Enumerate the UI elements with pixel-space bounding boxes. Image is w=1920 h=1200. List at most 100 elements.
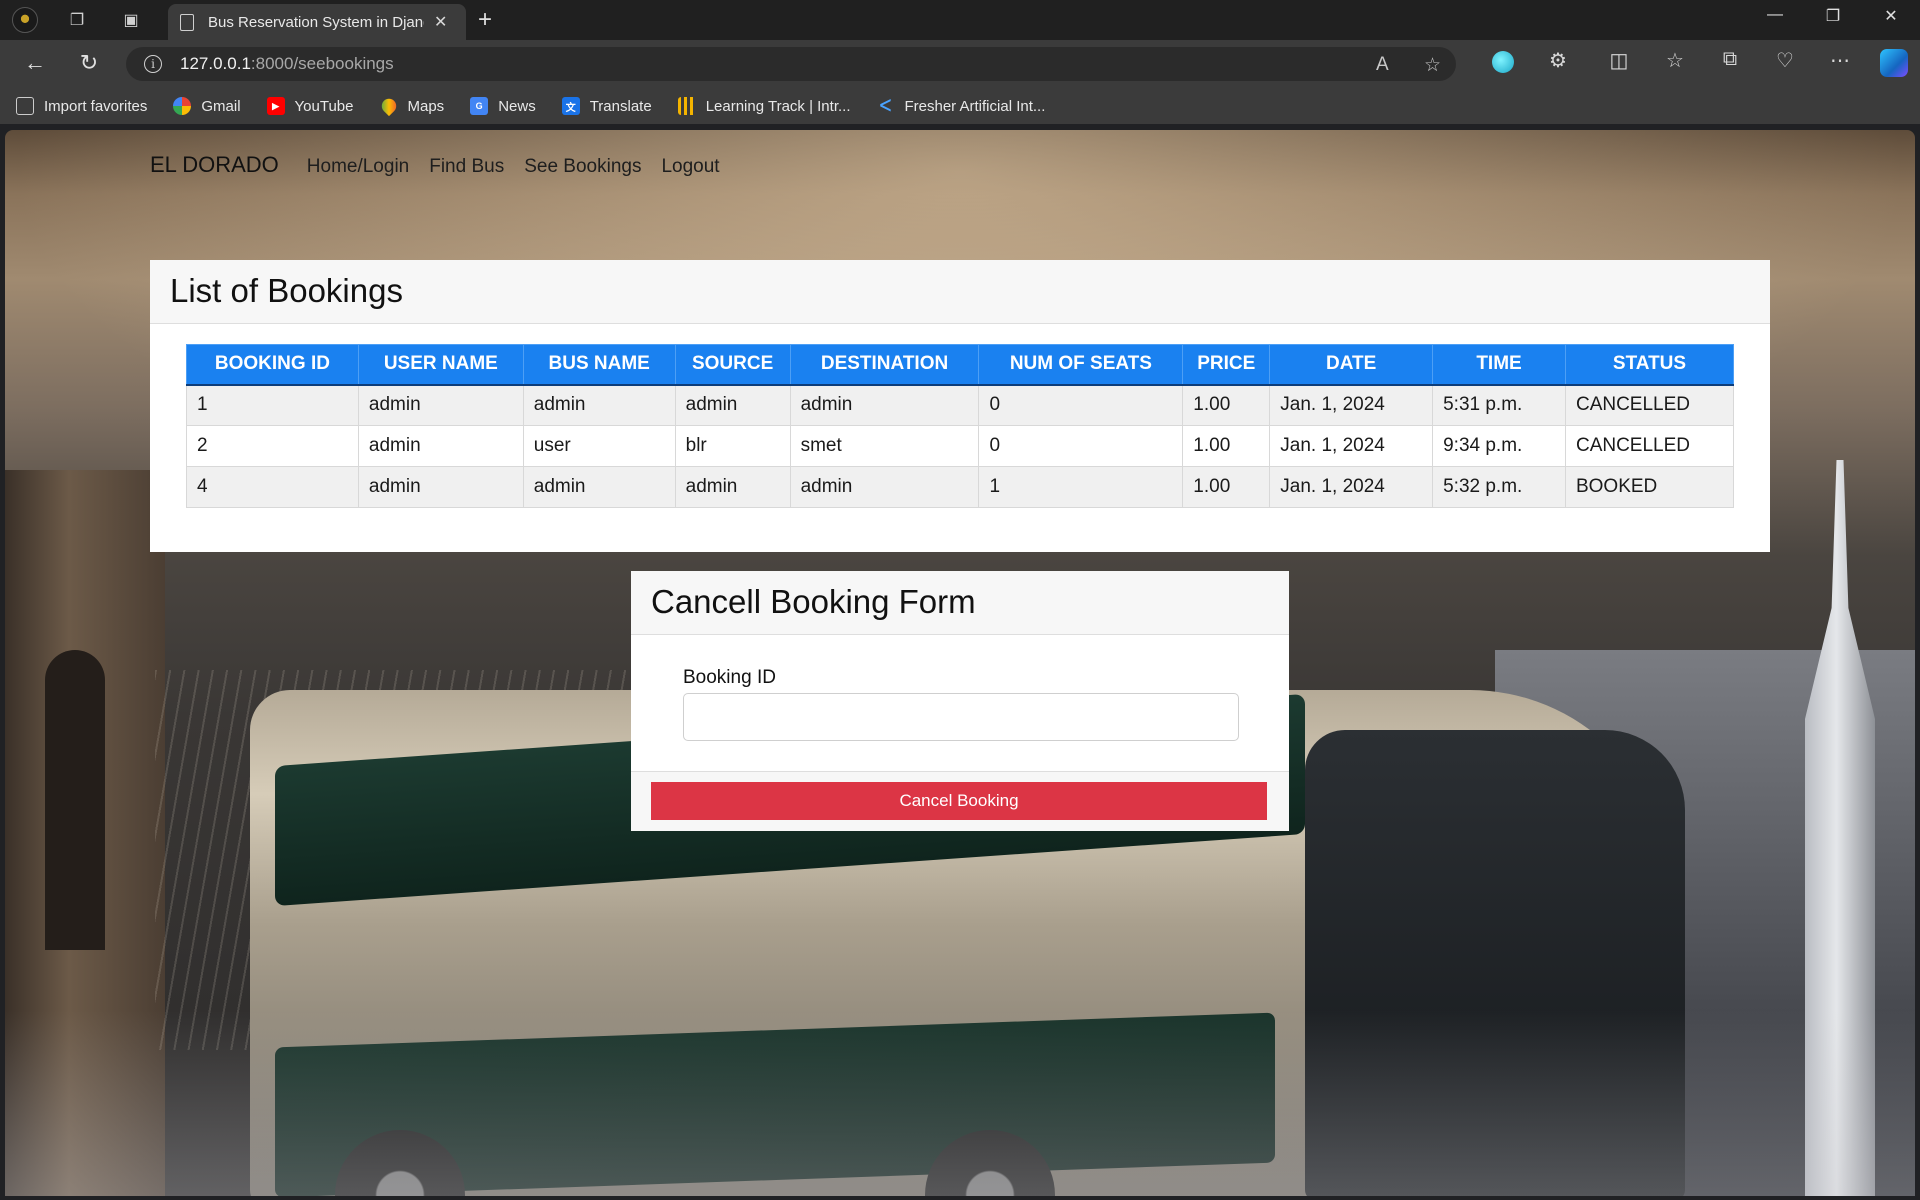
nav-link-logout[interactable]: Logout — [661, 156, 719, 178]
bookmark-fresher-ai[interactable]: ᐸ Fresher Artificial Int... — [877, 97, 1046, 116]
copilot-icon[interactable] — [1880, 49, 1908, 77]
bookmark-label: Learning Track | Intr... — [705, 97, 851, 115]
bookmark-label: YouTube — [294, 97, 354, 115]
cell-user-name: admin — [357, 466, 524, 508]
booking-id-input[interactable] — [683, 693, 1239, 741]
table-row: 2 admin user blr smet 0 1.00 Jan. 1, 202… — [186, 425, 1735, 467]
bookmarks-bar: Import favorites Gmail ▶ YouTube Maps G … — [0, 88, 1920, 124]
cell-status: CANCELLED — [1564, 425, 1735, 467]
tab-title: Bus Reservation System in Djang — [208, 13, 424, 31]
table-row: 1 admin admin admin admin 0 1.00 Jan. 1,… — [186, 384, 1735, 426]
cell-price: 1.00 — [1182, 425, 1271, 467]
nav-link-find-bus[interactable]: Find Bus — [429, 156, 504, 178]
workspaces-icon[interactable]: ❐ — [64, 7, 90, 33]
cell-date: Jan. 1, 2024 — [1269, 466, 1434, 508]
cancel-booking-button[interactable]: Cancel Booking — [651, 782, 1267, 820]
cell-time: 9:34 p.m. — [1432, 425, 1566, 467]
split-screen-icon[interactable]: ◫ — [1604, 48, 1634, 73]
restore-icon[interactable]: ❐ — [1818, 6, 1848, 26]
favorites-icon[interactable]: ☆ — [1660, 48, 1690, 73]
url-host: 127.0.0.1 — [180, 54, 251, 73]
table-row: 4 admin admin admin admin 1 1.00 Jan. 1,… — [186, 466, 1735, 508]
nav-link-see-bookings[interactable]: See Bookings — [524, 156, 641, 178]
browser-tab-active[interactable]: Bus Reservation System in Djang ✕ — [168, 4, 466, 40]
cell-status: CANCELLED — [1564, 384, 1735, 426]
bookmark-maps[interactable]: Maps — [378, 95, 445, 117]
cell-user-name: admin — [357, 384, 524, 426]
cell-source: admin — [674, 466, 791, 508]
new-tab-icon[interactable]: + — [478, 6, 492, 34]
cell-source: blr — [674, 425, 791, 467]
tab-actions-icon[interactable]: ▣ — [118, 7, 144, 33]
youtube-icon: ▶ — [266, 97, 285, 115]
cancel-card-footer: Cancel Booking — [631, 771, 1289, 831]
google-icon — [173, 97, 192, 115]
bookings-title: List of Bookings — [170, 272, 403, 309]
extensions-puzzle-icon[interactable]: ⚙ — [1543, 48, 1573, 73]
collections-icon[interactable]: ⧉ — [1715, 48, 1745, 71]
import-icon — [16, 97, 34, 115]
maps-pin-icon — [378, 95, 399, 117]
extension-badge-icon[interactable] — [1492, 51, 1514, 73]
site-info-icon[interactable]: i — [144, 55, 162, 73]
k-logo-icon: ᐸ — [879, 98, 892, 115]
favorite-star-icon[interactable]: ☆ — [1424, 54, 1441, 77]
fog-decoration — [5, 1010, 1915, 1196]
close-tab-icon[interactable]: ✕ — [434, 12, 447, 32]
profile-avatar-icon[interactable] — [12, 7, 38, 33]
bookmark-youtube[interactable]: ▶ YouTube — [266, 97, 354, 115]
cell-booking-id: 4 — [186, 466, 359, 508]
cell-time: 5:32 p.m. — [1432, 466, 1566, 508]
bridge-arch-decoration — [45, 650, 105, 950]
page-viewport: EL DORADO Home/Login Find Bus See Bookin… — [5, 130, 1915, 1196]
site-brand[interactable]: EL DORADO — [150, 152, 279, 178]
bookings-card-header: List of Bookings — [150, 260, 1770, 324]
column-header: DESTINATION — [789, 344, 980, 386]
cancel-card-header: Cancell Booking Form — [631, 571, 1289, 635]
column-header: BOOKING ID — [186, 344, 359, 386]
cell-bus-name: admin — [522, 466, 676, 508]
read-aloud-icon[interactable]: A — [1376, 54, 1389, 76]
cancel-booking-card: Cancell Booking Form Booking ID Cancel B… — [631, 571, 1289, 831]
cell-price: 1.00 — [1182, 384, 1271, 426]
chart-bars-icon — [677, 97, 696, 115]
bookings-table: BOOKING ID USER NAME BUS NAME SOURCE DES… — [186, 344, 1735, 508]
column-header: SOURCE — [674, 344, 791, 386]
cell-status: BOOKED — [1564, 466, 1735, 508]
bookmark-learning-track[interactable]: Learning Track | Intr... — [677, 97, 851, 115]
bookmark-gmail[interactable]: Gmail — [173, 97, 241, 115]
more-menu-icon[interactable]: ⋯ — [1825, 48, 1855, 73]
close-window-icon[interactable]: ✕ — [1876, 6, 1906, 26]
browser-essentials-icon[interactable]: ♡ — [1770, 48, 1800, 73]
cell-bus-name: user — [522, 425, 676, 467]
cell-bus-name: admin — [522, 384, 676, 426]
column-header: NUM OF SEATS — [978, 344, 1184, 386]
bookmark-translate[interactable]: 文 Translate — [561, 97, 652, 115]
minimize-icon[interactable]: — — [1760, 6, 1790, 24]
url-path: :8000/seebookings — [250, 54, 394, 73]
refresh-icon[interactable]: ↻ — [74, 50, 104, 76]
cell-destination: smet — [789, 425, 980, 467]
table-header-row: BOOKING ID USER NAME BUS NAME SOURCE DES… — [186, 344, 1735, 386]
bookmark-news[interactable]: G News — [470, 97, 536, 115]
column-header: USER NAME — [357, 344, 524, 386]
cell-booking-id: 1 — [186, 384, 359, 426]
browser-tab-bar: ❐ ▣ Bus Reservation System in Djang ✕ + … — [0, 0, 1920, 40]
bookmark-label: Fresher Artificial Int... — [904, 97, 1046, 115]
cell-num-seats: 0 — [978, 425, 1184, 467]
bookmark-import-favorites[interactable]: Import favorites — [16, 97, 147, 115]
bookmark-label: Maps — [407, 97, 445, 115]
bookings-card: List of Bookings BOOKING ID USER NAME BU… — [150, 260, 1770, 552]
translate-icon: 文 — [561, 97, 580, 115]
cell-source: admin — [674, 384, 791, 426]
nav-link-home-login[interactable]: Home/Login — [307, 156, 409, 178]
bookmark-label: Translate — [589, 97, 652, 115]
page-icon — [180, 13, 194, 31]
bookmark-label: Gmail — [201, 97, 241, 115]
site-navbar: EL DORADO Home/Login Find Bus See Bookin… — [150, 152, 740, 178]
news-icon: G — [470, 97, 489, 115]
cell-destination: admin — [789, 466, 980, 508]
column-header: DATE — [1269, 344, 1434, 386]
back-arrow-icon[interactable]: ← — [20, 50, 50, 76]
url-bar[interactable]: i 127.0.0.1:8000/seebookings A ☆ — [126, 47, 1456, 81]
